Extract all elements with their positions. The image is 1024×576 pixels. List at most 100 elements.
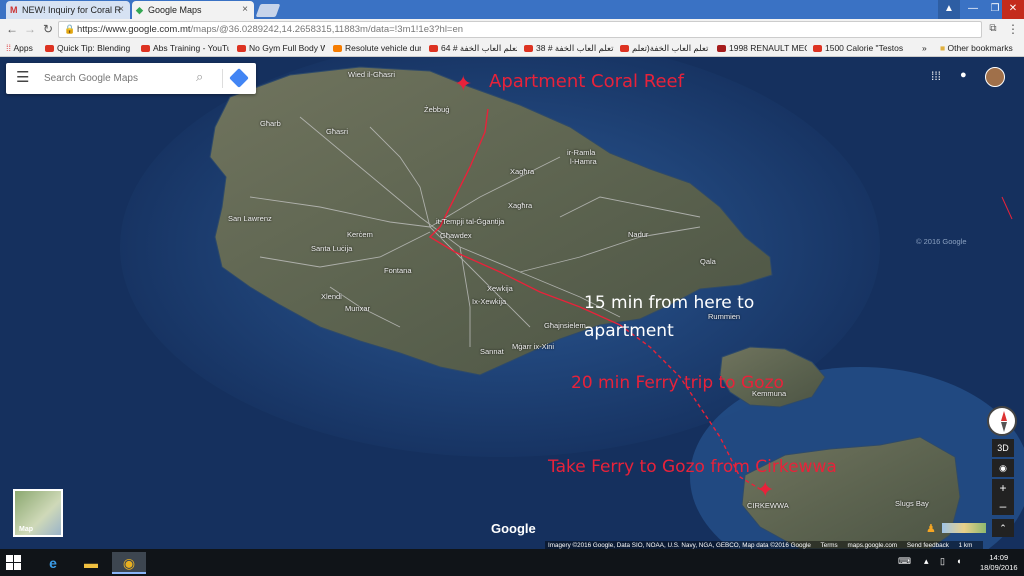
place-label: Mġarr ix-Xini	[512, 342, 555, 351]
search-icon[interactable]: ⌕	[196, 69, 203, 85]
directions-icon[interactable]	[229, 68, 249, 88]
google-apps-icon[interactable]: ⁞⁞⁞	[931, 69, 941, 83]
place-label: Slugs Bay	[895, 499, 929, 508]
bookmark-label: Resolute vehicle dum	[345, 43, 421, 53]
file-explorer-icon[interactable]: ▬	[74, 552, 108, 574]
reload-icon[interactable]: ↻	[40, 21, 56, 37]
windows-taskbar: e ▬ ◉ ⌨ ▴ ▯ ◖ 14:09 18/09/2016	[0, 549, 1024, 576]
pegman-icon[interactable]: ♟	[926, 522, 936, 535]
minimap-label: Map	[19, 526, 33, 533]
annotation-15-min-line1: 15 min from here to	[584, 293, 755, 313]
apartment-marker-icon: ✦	[454, 71, 473, 96]
place-label: Munxar	[345, 304, 371, 313]
maps-search-box: ☰ ⌕	[6, 63, 256, 94]
bookmark-item[interactable]: 1998 RENAULT MEGA	[717, 40, 807, 56]
scale-label: 1 km	[958, 542, 973, 549]
lock-icon: 🔒	[64, 24, 76, 34]
bookmark-label: Quick Tip: Blending S	[57, 43, 130, 53]
annotation-take-ferry: Take Ferry to Gozo from Cirkewwa	[548, 457, 837, 477]
url-field[interactable]: 🔒 https://www.google.com.mt/maps/@36.028…	[58, 21, 982, 38]
place-label: Nadur	[628, 230, 649, 239]
bookmark-item[interactable]: 1500 Calorie "Testost	[813, 40, 903, 56]
place-label: Għawdex	[440, 231, 472, 240]
address-toolbar: ← → ↻ 🔒 https://www.google.com.mt/maps/@…	[0, 19, 1024, 40]
site-link[interactable]: maps.google.com	[847, 542, 897, 549]
bookmarks-bar: ⁞⁞ Apps Quick Tip: Blending S Abs Traini…	[0, 40, 1024, 57]
send-feedback-link[interactable]: Send feedback	[907, 542, 949, 549]
folder-icon: ■	[940, 43, 948, 53]
map-layer-toggle[interactable]: Map	[13, 489, 63, 537]
place-label: Rummien	[708, 312, 741, 321]
volume-icon[interactable]: ◖	[956, 556, 961, 566]
imagery-thumbnails[interactable]	[942, 523, 986, 533]
bookmark-item[interactable]: تعلم العاب الخفة # 38	[524, 40, 614, 56]
place-label: Kerċem	[347, 230, 373, 239]
bookmark-label: Apps	[13, 43, 33, 53]
bookmark-label: No Gym Full Body W	[249, 43, 325, 53]
bookmark-item[interactable]: Abs Training - YouTu	[141, 40, 229, 56]
place-label: Qala	[700, 257, 716, 266]
place-label: Għajnsielem	[544, 321, 586, 330]
place-label: Fontana	[384, 266, 412, 275]
annotation-ferry-trip: 20 min Ferry trip to Gozo	[571, 373, 784, 393]
tab-google-maps[interactable]: ◆ Google Maps ×	[132, 1, 254, 19]
place-label: Għarb	[260, 119, 281, 128]
windows-start-icon[interactable]	[6, 555, 22, 571]
bookmark-label: Abs Training - YouTu	[153, 43, 229, 53]
new-tab-button[interactable]	[255, 4, 281, 17]
place-label: it-Tempji tal-Ġgantija	[436, 217, 505, 226]
bookmark-item[interactable]: No Gym Full Body W	[237, 40, 325, 56]
youtube-icon	[429, 45, 438, 52]
3d-toggle-button[interactable]: 3D	[992, 439, 1014, 457]
place-label: Żebbuġ	[424, 105, 450, 114]
tab-gmail-inquiry[interactable]: M NEW! Inquiry for Coral R ×	[6, 1, 130, 19]
close-window-button[interactable]: ✕	[1002, 0, 1024, 19]
clock-time: 14:09	[989, 553, 1009, 562]
back-arrow-icon[interactable]: ←	[4, 21, 20, 37]
place-label: ĊIRKEWWA	[747, 501, 789, 510]
bookmarks-overflow-button[interactable]: »	[922, 40, 927, 56]
annotation-15-min-line2: apartment	[584, 321, 674, 341]
profile-icon[interactable]: ▲	[938, 0, 960, 19]
map-attribution-bar: Imagery ©2016 Google, Data SIO, NOAA, U.…	[545, 541, 984, 549]
place-label: Sannat	[480, 347, 504, 356]
tab-label: NEW! Inquiry for Coral R	[22, 5, 122, 15]
cirkewwa-marker-icon: ✦	[756, 477, 775, 502]
keyboard-icon[interactable]: ⌨	[898, 556, 911, 567]
chrome-menu-icon[interactable]: ⋮	[1005, 21, 1021, 37]
youtube-icon	[620, 45, 629, 52]
search-divider	[222, 69, 223, 88]
taskbar-clock[interactable]: 14:09 18/09/2016	[980, 553, 1018, 573]
tray-expand-icon[interactable]: ▴	[924, 556, 929, 567]
notifications-icon[interactable]: ●	[960, 69, 967, 81]
chrome-taskbar-icon[interactable]: ◉	[112, 552, 146, 574]
my-location-icon[interactable]: ◉	[992, 459, 1014, 477]
forward-arrow-icon[interactable]: →	[22, 21, 38, 37]
hamburger-menu-icon[interactable]: ☰	[16, 70, 29, 86]
bookmark-item[interactable]: تعلم العاب الخفة(تعلم	[620, 40, 712, 56]
bookmark-item[interactable]: تعلم العاب الخفة # 64	[429, 40, 517, 56]
tab-close-icon[interactable]: ×	[242, 1, 248, 19]
internet-explorer-icon[interactable]: e	[36, 552, 70, 574]
tab-close-icon[interactable]: ×	[118, 1, 124, 19]
bookmark-apps[interactable]: ⁞⁞ Apps	[6, 40, 33, 56]
bookmark-label: تعلم العاب الخفة(تعلم	[632, 43, 709, 53]
avatar[interactable]	[985, 67, 1005, 87]
other-bookmarks-folder[interactable]: ■ Other bookmarks	[940, 40, 1013, 56]
terms-link[interactable]: Terms	[821, 542, 838, 549]
zoom-out-button[interactable]: –	[992, 497, 1014, 515]
search-input[interactable]	[44, 70, 194, 86]
expand-imagery-icon[interactable]: ⌃	[992, 519, 1014, 537]
battery-icon[interactable]: ▯	[940, 556, 945, 567]
satellite-map[interactable]: ✦ ✦ Wied il-Għasri Żebbuġ Għarb Għasri i…	[0, 57, 1024, 549]
extension-icon[interactable]: ⧉	[985, 21, 1001, 37]
place-label: San Lawrenz	[228, 214, 272, 223]
map-watermark: © 2016 Google	[916, 237, 967, 246]
youtube-icon	[45, 45, 54, 52]
compass-icon[interactable]	[987, 406, 1017, 436]
zoom-in-button[interactable]: +	[992, 479, 1014, 497]
minimize-button[interactable]: —	[962, 0, 984, 19]
bookmark-item[interactable]: Quick Tip: Blending S	[45, 40, 130, 56]
other-bookmarks-label: Other bookmarks	[947, 43, 1013, 53]
bookmark-item[interactable]: Resolute vehicle dum	[333, 40, 421, 56]
